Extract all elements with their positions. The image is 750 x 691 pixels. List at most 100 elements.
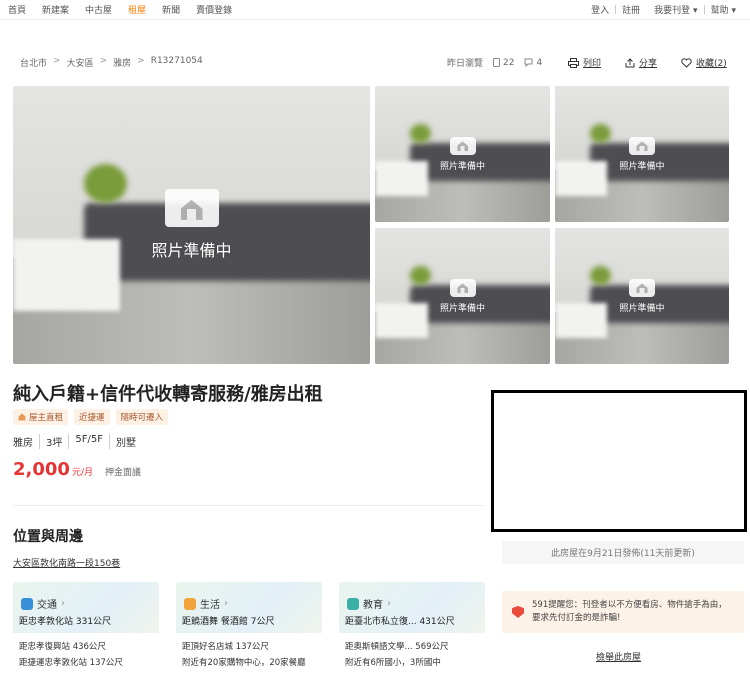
heart-icon <box>681 57 692 68</box>
nearby-main-item: 距饒酒舞 餐酒館 7公尺 <box>182 617 275 627</box>
nearby-detail-item: 附近有6所國小，3所國中 <box>345 658 441 668</box>
nav-item[interactable]: 新建案 <box>42 3 69 16</box>
divider <box>13 505 485 506</box>
attr-floor: 5F/5F <box>68 434 109 449</box>
thumbnail-photo[interactable]: 照片準備中 <box>555 86 729 222</box>
share-button[interactable]: 分享 <box>625 56 657 69</box>
chevron-right-icon: > <box>137 56 145 66</box>
register-link[interactable]: 註冊 <box>622 3 640 16</box>
thumbnail-photo[interactable]: 照片準備中 <box>375 228 550 364</box>
help-label: 幫助 <box>710 6 729 16</box>
post-date-note: 此房屋在9月21日發佈(11天前更新) <box>502 541 744 564</box>
tag-near-mrt: 近捷運 <box>74 409 110 425</box>
breadcrumb-type[interactable]: 雅房 <box>113 56 131 69</box>
photo-placeholder-text: 照片準備中 <box>439 161 485 172</box>
share-label: 分享 <box>639 59 658 69</box>
photo-placeholder-text: 照片準備中 <box>439 303 485 314</box>
nearby-details: 距忠孝復興站 436公尺距捷運忠孝敦化站 137公尺 <box>13 633 159 671</box>
nearby-detail-item: 距奧斯頓語文學... 569公尺 <box>345 642 449 652</box>
comment-count: 4 <box>524 58 542 68</box>
nearby-detail-item: 距忠孝復興站 436公尺 <box>19 642 106 652</box>
views-label: 昨日瀏覽 <box>447 59 484 69</box>
nearby-details: 距奧斯頓語文學... 569公尺 附近有6所國小，3所國中 <box>339 633 485 671</box>
nearby-category[interactable]: 交通 › <box>21 596 151 611</box>
address-link[interactable]: 大安區敦化南路一段150巷 <box>13 556 120 569</box>
price-unit: 元/月 <box>71 468 93 478</box>
shopping-bag-icon <box>184 597 196 610</box>
nearby-category[interactable]: 生活 › <box>184 596 314 611</box>
post-listing-link[interactable]: 我要刊登 ▾ <box>654 3 697 16</box>
nearby-detail-item: 距頂好名店城 137公尺 <box>182 642 269 652</box>
comment-icon <box>524 58 533 67</box>
tag-label: 屋主直租 <box>29 413 64 423</box>
thumbnail-photo[interactable]: 照片準備中 <box>375 86 550 222</box>
nearby-category[interactable]: 教育 › <box>347 596 477 611</box>
divider <box>0 19 750 20</box>
nearby-main-item: 距臺北市私立復... 431公尺 <box>345 617 455 627</box>
nav-item[interactable]: 中古屋 <box>85 3 112 16</box>
nearby-category-label: 教育 <box>363 600 383 611</box>
print-button[interactable]: 列印 <box>568 56 601 69</box>
chevron-right-icon: › <box>387 598 391 609</box>
photo-placeholder-text: 照片準備中 <box>151 241 232 260</box>
favorite-label: 收藏(2) <box>696 59 727 69</box>
camera-icon <box>449 136 476 155</box>
camera-icon <box>164 189 219 227</box>
chevron-right-icon: > <box>99 56 108 66</box>
attr-size: 3坪 <box>39 434 68 449</box>
nearby-category-label: 生活 <box>200 600 220 611</box>
deposit-text: 押金面議 <box>104 468 141 478</box>
nearby-details: 距頂好名店城 137公尺附近有20家購物中心，20家餐廳 <box>176 633 322 671</box>
divider <box>703 5 705 14</box>
nearby-detail-item: 附近有20家購物中心，20家餐廳 <box>182 658 306 668</box>
tag-move-in: 隨時可遷入 <box>115 409 169 425</box>
breadcrumb-city[interactable]: 台北市 <box>20 56 47 69</box>
train-icon <box>21 597 33 610</box>
attr-room-type: 雅房 <box>13 438 33 449</box>
listing-id: R13271054 <box>150 56 203 66</box>
help-link[interactable]: 幫助 ▾ <box>711 3 736 16</box>
nearby-main-item: 距忠孝敦化站 331公尺 <box>19 617 112 627</box>
view-count: 22 <box>493 58 514 68</box>
shield-warning-icon <box>512 606 524 618</box>
nearby-card[interactable]: 交通 › 距忠孝敦化站 331公尺 距忠孝復興站 436公尺距捷運忠孝敦化站 137公… <box>13 582 159 671</box>
chevron-right-icon: › <box>224 598 228 609</box>
favorite-button[interactable]: 收藏(2) <box>681 56 727 69</box>
nav-item[interactable]: 首頁 <box>8 3 26 16</box>
chevron-down-icon: ▾ <box>731 6 736 16</box>
nav-item[interactable]: 新聞 <box>162 3 180 16</box>
photo-placeholder-text: 照片準備中 <box>619 303 665 314</box>
thumbnail-photo[interactable]: 照片準備中 <box>555 228 729 364</box>
nav-item[interactable]: 租屋 <box>128 3 146 16</box>
listing-attributes: 雅房 3坪 5F/5F 別墅 <box>13 434 142 449</box>
chevron-down-icon: ▾ <box>693 6 698 16</box>
login-link[interactable]: 登入 <box>591 3 609 16</box>
price-block: 2,000 元/月 押金面議 <box>13 459 141 480</box>
fraud-warning: 591提醒您：刊登者以不方便看房、物件搶手為由，要求先付訂金的是詐騙! <box>502 591 744 633</box>
contact-panel <box>491 390 747 532</box>
nearby-card[interactable]: 生活 › 距饒酒舞 餐酒館 7公尺 距頂好名店城 137公尺附近有20家購物中心，20… <box>176 582 322 671</box>
photo-gallery: 照片準備中 照片準備中 照片準備中 照片準備中 照片準備中 <box>13 86 729 364</box>
price-value: 2,000 <box>13 459 70 480</box>
breadcrumb: 台北市 > 大安區 > 雅房 > R13271054 <box>20 56 203 69</box>
nearby-card[interactable]: 教育 › 距臺北市私立復... 431公尺 距奧斯頓語文學... 569公尺 附近有6所… <box>339 582 485 671</box>
nav-item[interactable]: 賣價登錄 <box>196 3 232 16</box>
report-link[interactable]: 檢舉此房屋 <box>596 650 641 663</box>
chevron-right-icon: > <box>53 56 61 66</box>
listing-title: 純入戶籍+信件代收轉寄服務/雅房出租 <box>13 384 323 405</box>
chevron-right-icon: › <box>61 598 65 609</box>
tag-owner: 屋主直租 <box>13 409 69 425</box>
view-stats: 昨日瀏覽 22 4 <box>447 56 542 70</box>
nearby-card-header: 生活 › 距饒酒舞 餐酒館 7公尺 <box>176 582 322 633</box>
fraud-warning-text: 591提醒您：刊登者以不方便看房、物件搶手為由，要求先付訂金的是詐騙! <box>532 600 727 623</box>
nearby-card-header: 教育 › 距臺北市私立復... 431公尺 <box>339 582 485 633</box>
share-icon <box>625 57 635 67</box>
nearby-category-label: 交通 <box>37 600 57 611</box>
camera-icon <box>449 278 476 297</box>
listing-actions: 列印 分享 收藏(2) <box>568 56 727 69</box>
breadcrumb-district[interactable]: 大安區 <box>67 56 94 69</box>
camera-icon <box>629 136 655 155</box>
view-count-value: 22 <box>503 57 515 68</box>
nearby-detail-item: 距捷運忠孝敦化站 137公尺 <box>19 658 123 668</box>
main-photo[interactable]: 照片準備中 <box>13 86 370 364</box>
